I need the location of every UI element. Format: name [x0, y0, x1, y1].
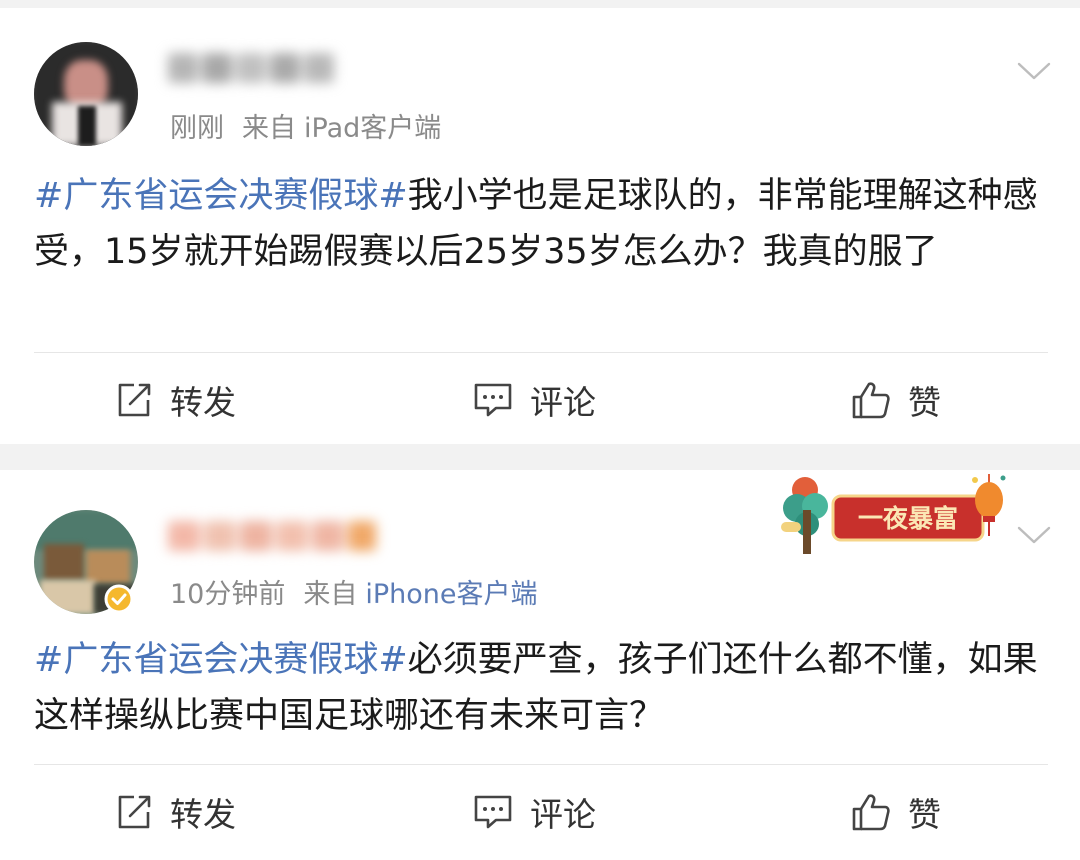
source-prefix: 来自 [242, 113, 296, 144]
verified-icon [104, 584, 134, 614]
repost-label: 转发 [170, 795, 236, 834]
comment-button[interactable]: 评论 [472, 365, 596, 435]
chevron-down-icon[interactable] [1016, 52, 1052, 88]
post-body: #广东省运会决赛假球#必须要严查，孩子们还什么都不懂，如果这样操纵比赛中国足球哪… [34, 632, 1044, 744]
like-icon [852, 794, 890, 831]
repost-label: 转发 [170, 383, 236, 422]
like-label: 赞 [908, 795, 941, 834]
divider [34, 764, 1048, 765]
source-client: iPad客户端 [304, 113, 442, 144]
divider [34, 352, 1048, 353]
post-time: 10分钟前 [170, 579, 286, 610]
like-label: 赞 [908, 383, 941, 422]
hashtag-link[interactable]: #广东省运会决赛假球# [34, 640, 408, 680]
comment-icon [474, 795, 512, 829]
username-blurred[interactable] [168, 48, 368, 88]
decor-badge-icon: 一夜暴富 [781, 474, 1006, 554]
comment-button[interactable]: 评论 [472, 777, 596, 847]
repost-icon [118, 795, 151, 829]
like-button[interactable]: 赞 [850, 365, 941, 435]
post-meta: 刚刚 来自 iPad客户端 [170, 106, 441, 145]
repost-button[interactable]: 转发 [114, 777, 236, 847]
source-prefix: 来自 [303, 579, 358, 610]
repost-button[interactable]: 转发 [114, 365, 236, 435]
source-client[interactable]: iPhone客户端 [365, 579, 537, 610]
badge-text: 一夜暴富 [858, 504, 958, 533]
post-body: #广东省运会决赛假球#我小学也是足球队的，非常能理解这种感受，15岁就开始踢假赛… [34, 168, 1044, 280]
post-meta: 10分钟前 来自 iPhone客户端 [170, 572, 538, 611]
post-time: 刚刚 [170, 113, 224, 144]
hashtag-link[interactable]: #广东省运会决赛假球# [34, 176, 408, 216]
action-bar: 转发 评论 赞 [0, 365, 1080, 435]
like-button[interactable]: 赞 [850, 777, 941, 847]
comment-icon [474, 383, 512, 417]
comment-label: 评论 [530, 795, 596, 834]
post-card[interactable]: 刚刚 来自 iPad客户端 #广东省运会决赛假球#我小学也是足球队的，非常能理解这种… [0, 8, 1080, 444]
post-card[interactable]: 一夜暴富 10分钟前 来自 iPhone客户端 #广东省运会决赛假球#必须要严查，孩… [0, 470, 1080, 860]
like-icon [852, 382, 890, 419]
avatar[interactable] [34, 42, 138, 146]
repost-icon [118, 383, 151, 417]
comment-label: 评论 [530, 383, 596, 422]
action-bar: 转发 评论 赞 [0, 777, 1080, 847]
username-blurred[interactable] [168, 516, 408, 556]
chevron-down-icon[interactable] [1016, 516, 1052, 552]
